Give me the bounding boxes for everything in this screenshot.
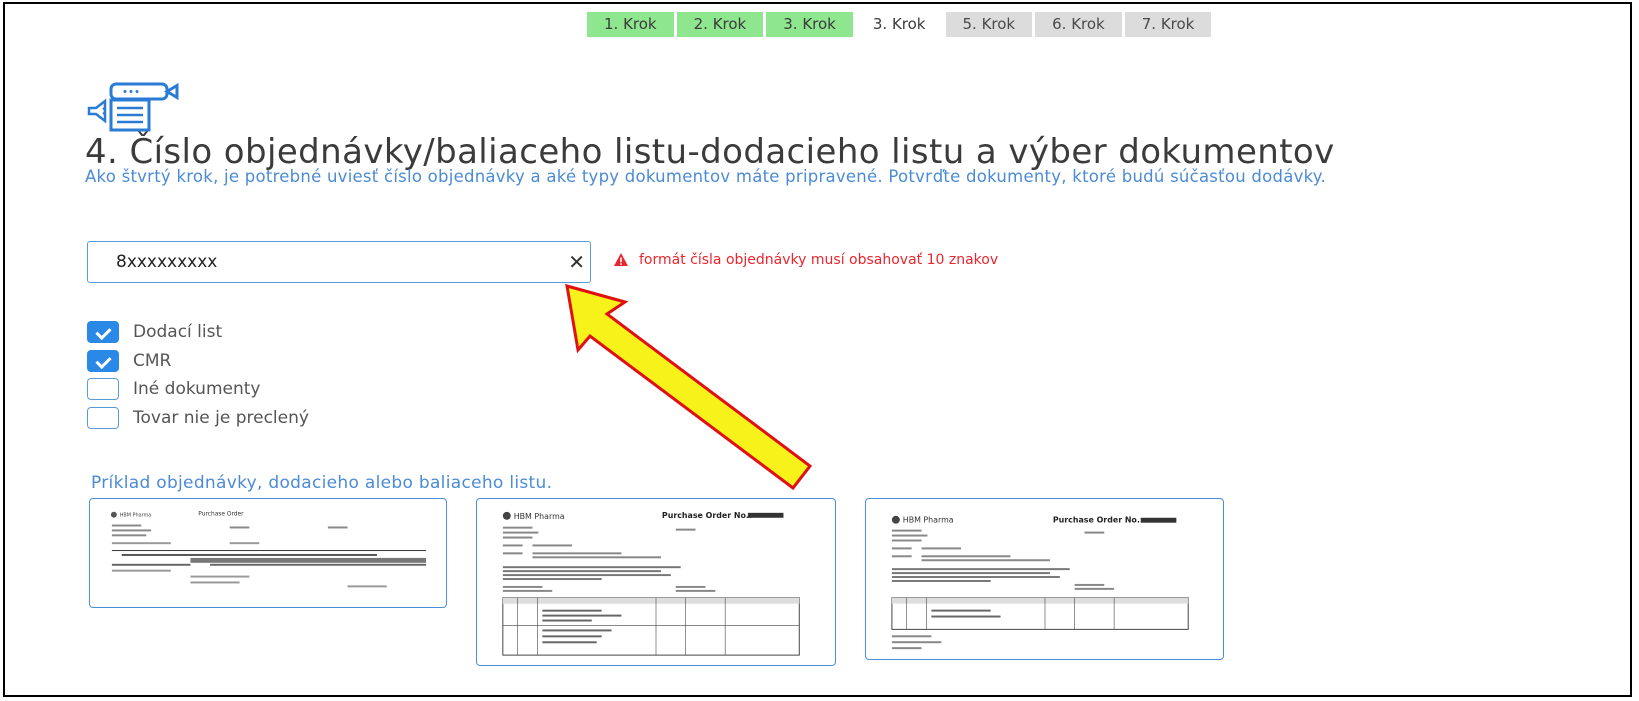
document-checklist: Dodací list CMR Iné dokumenty Tovar nie … — [87, 318, 309, 432]
example-thumbnail-1[interactable]: HBM Pharma Purchase Order — [89, 498, 447, 608]
step-2-tab[interactable]: 2. Krok — [676, 12, 764, 37]
step-7-tab[interactable]: 7. Krok — [1124, 12, 1212, 37]
page-frame: 1. Krok 2. Krok 3. Krok 3. Krok 5. Krok … — [3, 2, 1632, 697]
checkbox-goods-not-cleared[interactable] — [87, 406, 119, 429]
example-thumbnail-3[interactable]: HBM Pharma Purchase Order No.: — [865, 498, 1224, 660]
thumbnail-company: HBM Pharma — [120, 513, 152, 519]
example-heading: Príklad objednávky, dodacieho alebo bali… — [91, 473, 553, 493]
document-preview-image: HBM Pharma Purchase Order No.: — [502, 511, 800, 656]
annotation-arrow — [565, 283, 813, 491]
step-6-tab[interactable]: 6. Krok — [1035, 12, 1122, 37]
document-option-delivery-note[interactable]: Dodací list — [87, 318, 309, 346]
document-option-not-cleared[interactable]: Tovar nie je preclený — [87, 404, 309, 432]
warning-icon — [614, 253, 628, 266]
document-megaphone-icon — [87, 82, 179, 132]
order-number-value[interactable]: 8xxxxxxxxx — [116, 252, 217, 272]
step-5-tab[interactable]: 5. Krok — [945, 12, 1033, 37]
page-subtitle: Ako štvrtý krok, je potrebné uviesť čísl… — [85, 167, 1326, 186]
step-4-tab[interactable]: 3. Krok — [855, 12, 943, 37]
checkbox-label: Dodací list — [133, 322, 223, 342]
clear-icon[interactable]: ✕ — [568, 250, 585, 274]
thumbnail-title: Purchase Order No.: — [662, 511, 752, 520]
checkbox-label: Iné dokumenty — [133, 379, 261, 399]
checkbox-label: Tovar nie je preclený — [133, 407, 309, 428]
thumbnail-title: Purchase Order No.: — [1053, 516, 1143, 525]
step-1-tab[interactable]: 1. Krok — [587, 12, 674, 37]
checkbox-cmr[interactable] — [87, 349, 119, 372]
checkbox-delivery-note[interactable] — [87, 321, 119, 343]
step-navigation: 1. Krok 2. Krok 3. Krok 3. Krok 5. Krok … — [587, 12, 1212, 37]
document-preview-image: HBM Pharma Purchase Order — [110, 512, 427, 588]
checkbox-other-documents[interactable] — [87, 378, 119, 400]
thumbnail-company: HBM Pharma — [514, 512, 565, 521]
validation-error: formát čísla objednávky musí obsahovať 1… — [613, 252, 998, 268]
document-option-other[interactable]: Iné dokumenty — [87, 375, 309, 403]
step-3-tab[interactable]: 3. Krok — [766, 12, 853, 37]
thumbnail-company: HBM Pharma — [903, 516, 954, 525]
checkbox-label: CMR — [133, 350, 172, 371]
order-number-input[interactable]: 8xxxxxxxxx ✕ — [87, 241, 591, 283]
error-message: formát čísla objednávky musí obsahovať 1… — [639, 252, 999, 268]
example-thumbnail-2[interactable]: HBM Pharma Purchase Order No.: — [476, 498, 836, 666]
document-preview-image: HBM Pharma Purchase Order No.: — [891, 516, 1189, 650]
thumbnail-title: Purchase Order — [198, 512, 244, 518]
document-option-cmr[interactable]: CMR — [87, 347, 309, 375]
